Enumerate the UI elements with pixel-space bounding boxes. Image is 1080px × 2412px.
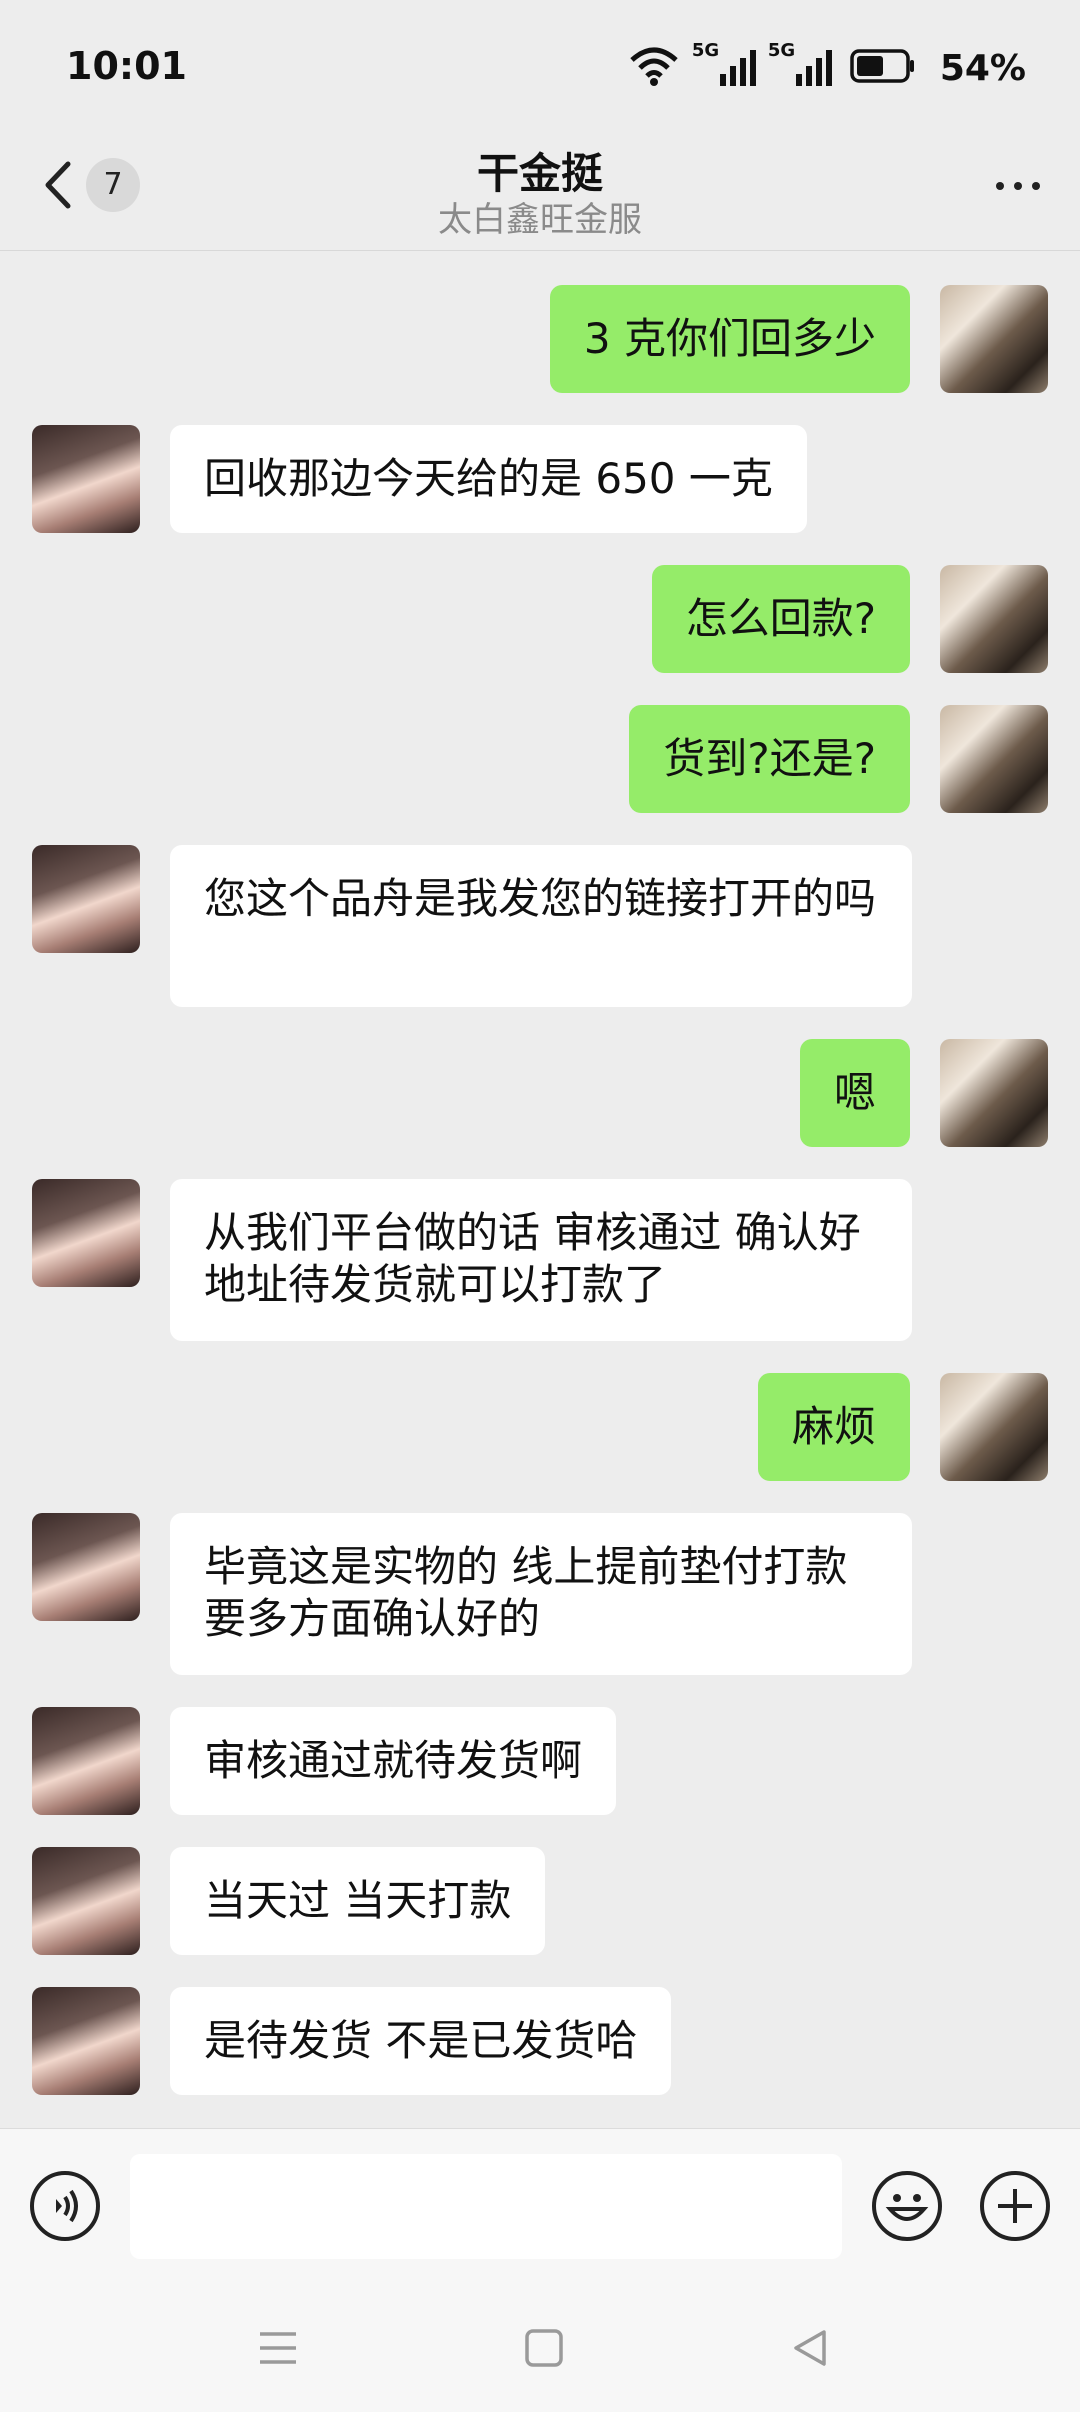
wifi-icon <box>628 46 680 90</box>
home-nav-button[interactable] <box>524 2328 564 2372</box>
signal-5g-icon: 5G <box>692 40 756 86</box>
dot-icon <box>1014 182 1022 190</box>
dot-icon <box>1032 182 1040 190</box>
chat-header: 7 干金挺 太白鑫旺金服 <box>0 140 1080 251</box>
contact-avatar[interactable] <box>32 1707 140 1815</box>
voice-button[interactable] <box>30 2171 100 2241</box>
signal-5g-icon: 5G <box>768 40 832 86</box>
status-icons: 5G 5G 54% <box>628 40 1026 92</box>
my-avatar[interactable] <box>940 1373 1048 1481</box>
my-avatar[interactable] <box>940 285 1048 393</box>
message-bubble[interactable]: 3 克你们回多少 <box>549 285 910 393</box>
menu-nav-button[interactable] <box>256 2328 300 2372</box>
contact-avatar[interactable] <box>32 1847 140 1955</box>
chat-subtitle: 太白鑫旺金服 <box>438 200 642 240</box>
home-square-icon <box>525 2329 563 2367</box>
back-triangle-icon <box>794 2330 826 2366</box>
contact-avatar[interactable] <box>32 1513 140 1621</box>
message-bubble[interactable]: 嗯 <box>799 1039 910 1147</box>
back-nav-button[interactable] <box>790 2328 830 2372</box>
system-navigation-bar <box>0 2286 1080 2412</box>
more-options-button[interactable] <box>996 182 1040 190</box>
my-avatar[interactable] <box>940 705 1048 813</box>
signal-label: 5G <box>691 40 720 61</box>
menu-icon <box>260 2332 296 2364</box>
my-avatar[interactable] <box>940 1039 1048 1147</box>
message-bubble[interactable]: 是待发货 不是已发货哈 <box>170 1987 672 2095</box>
emoji-button[interactable] <box>872 2171 942 2241</box>
message-bubble[interactable]: 回收那边今天给的是 650 一克 <box>170 425 807 533</box>
message-bubble[interactable]: 审核通过就待发货啊 <box>170 1707 617 1815</box>
emoji-icon <box>885 2194 929 2221</box>
plus-icon <box>998 2189 1032 2223</box>
contact-avatar[interactable] <box>32 1987 140 2095</box>
message-bubble[interactable]: 麻烦 <box>757 1373 910 1481</box>
battery-icon <box>850 48 916 88</box>
battery-percent: 54% <box>939 47 1026 89</box>
message-input[interactable] <box>130 2154 842 2259</box>
status-time: 10:01 <box>66 44 187 88</box>
contact-avatar[interactable] <box>32 1179 140 1287</box>
more-functions-button[interactable] <box>980 2171 1050 2241</box>
status-bar: 10:01 5G 5G 54% <box>0 0 1080 140</box>
message-bubble[interactable]: 从我们平台做的话 审核通过 确认好地址待发货就可以打款了 <box>170 1179 912 1341</box>
signal-label: 5G <box>767 40 796 61</box>
my-avatar[interactable] <box>940 565 1048 673</box>
input-bar <box>0 2128 1080 2287</box>
message-bubble[interactable]: 货到?还是? <box>629 705 910 813</box>
voice-icon <box>56 2189 78 2223</box>
message-bubble[interactable]: 您这个品舟是我发您的链接打开的吗 <box>170 845 912 1007</box>
message-bubble[interactable]: 毕竟这是实物的 线上提前垫付打款 要多方面确认好的 <box>170 1513 912 1675</box>
message-list[interactable]: 3 克你们回多少 回收那边今天给的是 650 一克 怎么回款? 货到?还是? 您… <box>0 251 1080 2127</box>
message-bubble[interactable]: 怎么回款? <box>651 565 910 673</box>
contact-avatar[interactable] <box>32 425 140 533</box>
dot-icon <box>996 182 1004 190</box>
contact-avatar[interactable] <box>32 845 140 953</box>
message-bubble[interactable]: 当天过 当天打款 <box>170 1847 546 1955</box>
